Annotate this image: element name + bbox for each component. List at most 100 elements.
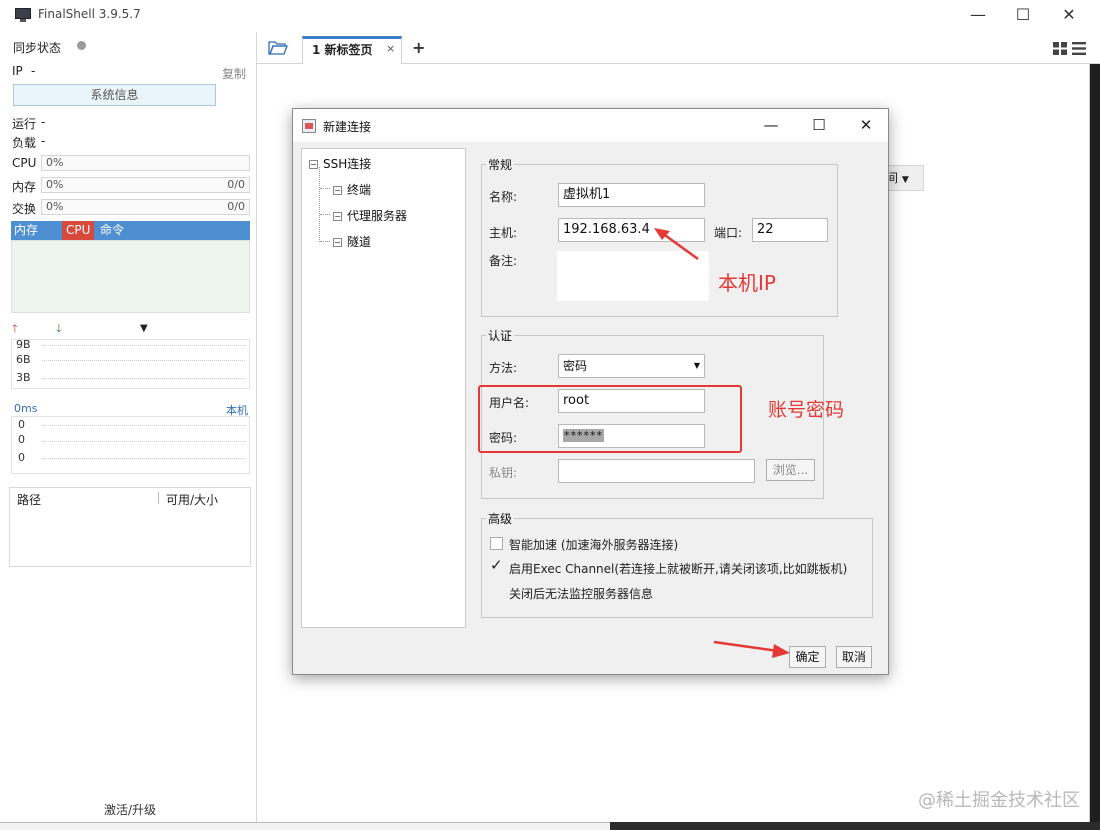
exec-channel-label: 启用Exec Channel(若连接上就被断开,请关闭该项,比如跳板机) [509, 562, 848, 576]
dialog-minimize-button[interactable]: — [751, 113, 791, 139]
network-interface-dropdown-icon[interactable]: ▼ [140, 323, 148, 334]
dialog-maximize-button[interactable]: ☐ [799, 113, 839, 139]
exec-channel-note: 关闭后无法监控服务器信息 [509, 587, 654, 601]
cpu-usage-bar: 0% [41, 155, 250, 171]
cpu-usage-value: 0% [46, 156, 64, 169]
connection-type-tree: − SSH连接 − 终端 − 代理服务器 − 隧道 [301, 148, 466, 628]
name-label: 名称: [489, 190, 518, 204]
credentials-highlight-box [478, 385, 742, 453]
private-key-input[interactable] [558, 459, 755, 483]
system-info-button[interactable]: 系统信息 [13, 84, 216, 106]
general-group-legend: 常规 [486, 156, 515, 173]
running-value: - [41, 115, 46, 129]
tree-item-label: SSH连接 [323, 157, 372, 171]
chevron-down-icon: ▼ [901, 175, 909, 185]
smart-accel-label: 智能加速 (加速海外服务器连接) [509, 538, 679, 552]
window-title: FinalShell 3.9.5.7 [38, 7, 141, 21]
host-arrow-annotation [654, 228, 699, 261]
collapse-icon[interactable]: − [333, 186, 342, 195]
net-tick: 6B [16, 353, 31, 366]
ping-tick: 0 [18, 418, 25, 431]
exec-channel-checkbox[interactable] [490, 556, 503, 574]
ping-latency-label: 0ms [14, 402, 38, 415]
upload-arrow-icon: 🡑 [12, 322, 18, 335]
watermark: @稀土掘金技术社区 [918, 790, 1080, 811]
window-maximize-button[interactable]: ☐ [1000, 0, 1046, 32]
net-tick: 3B [16, 371, 31, 384]
ip-label: IP [12, 64, 23, 78]
smart-accel-checkbox[interactable] [490, 537, 503, 550]
host-label: 主机: [489, 226, 518, 240]
collapse-icon[interactable]: − [309, 160, 318, 169]
list-view-icon[interactable] [1072, 42, 1086, 55]
background-window-edge [1090, 64, 1100, 830]
process-table-header: 内存 CPU 命令 [11, 221, 250, 240]
finalshell-app-icon [15, 8, 31, 23]
port-label: 端口: [714, 226, 743, 240]
cpu-label: CPU [12, 156, 37, 170]
private-key-label: 私钥: [489, 466, 518, 480]
note-label: 备注: [489, 254, 518, 268]
running-label: 运行 [12, 117, 37, 131]
load-label: 负载 [12, 136, 37, 150]
method-label: 方法: [489, 361, 518, 375]
tab-label: 1 新标签页 [312, 43, 373, 57]
collapse-icon[interactable]: − [333, 212, 342, 221]
process-list[interactable] [11, 240, 250, 313]
swap-usage-value: 0% [46, 200, 64, 213]
folder-open-icon[interactable] [268, 40, 288, 55]
memory-label: 内存 [12, 180, 37, 194]
window-close-button[interactable]: ✕ [1046, 0, 1092, 32]
java-app-icon [302, 119, 316, 133]
load-value: - [41, 134, 46, 148]
chevron-down-icon: ▼ [693, 361, 700, 370]
name-input[interactable]: 虚拟机1 [558, 183, 705, 207]
port-input[interactable]: 22 [752, 218, 828, 242]
tree-item-proxy[interactable]: − 代理服务器 [333, 207, 407, 224]
ok-button[interactable]: 确定 [789, 646, 826, 668]
tree-item-label: 终端 [347, 183, 372, 197]
grid-view-icon[interactable] [1053, 42, 1067, 55]
advanced-group-legend: 高级 [486, 510, 515, 527]
browse-key-button[interactable]: 浏览... [766, 459, 815, 481]
window-titlebar: FinalShell 3.9.5.7 — ☐ ✕ [0, 0, 1100, 32]
disk-usage-table[interactable]: 路径 可用/大小 [9, 487, 251, 567]
ping-tick: 0 [18, 451, 25, 464]
process-col-memory[interactable]: 内存 [14, 221, 38, 240]
download-arrow-icon: 🡓 [56, 322, 62, 335]
tree-item-tunnel[interactable]: − 隧道 [333, 233, 371, 250]
add-tab-button[interactable]: + [412, 38, 425, 57]
tree-item-label: 代理服务器 [347, 209, 408, 223]
network-traffic-graph: 9B 6B 3B [11, 338, 250, 389]
copy-ip-link[interactable]: 复制 [222, 65, 246, 82]
activate-upgrade-link[interactable]: 激活/升级 [104, 801, 156, 818]
dialog-titlebar: 新建连接 — ☐ ✕ [293, 109, 888, 142]
ping-tick: 0 [18, 433, 25, 446]
window-minimize-button[interactable]: — [955, 0, 1001, 32]
ping-latency-graph: 0 0 0 [11, 416, 250, 474]
net-tick: 9B [16, 338, 31, 351]
cancel-button[interactable]: 取消 [836, 646, 872, 668]
local-ip-annotation: 本机IP [718, 271, 776, 295]
tab-close-icon[interactable]: × [386, 42, 395, 55]
dialog-close-button[interactable]: ✕ [846, 113, 886, 139]
ok-arrow-annotation [713, 640, 790, 658]
account-password-annotation: 账号密码 [768, 399, 845, 421]
tree-item-terminal[interactable]: − 终端 [333, 181, 371, 198]
collapse-icon[interactable]: − [333, 238, 342, 247]
disk-col-size[interactable]: 可用/大小 [166, 491, 218, 508]
ip-value: - [31, 64, 36, 78]
sync-status-dot-icon [77, 41, 86, 50]
dialog-title: 新建连接 [323, 120, 372, 134]
swap-usage-total: 0/0 [227, 200, 245, 213]
auth-group-legend: 认证 [486, 327, 515, 344]
swap-usage-bar: 0% 0/0 [41, 199, 250, 215]
sync-status-label: 同步状态 [13, 41, 62, 55]
auth-method-value: 密码 [563, 359, 588, 373]
memory-usage-bar: 0% 0/0 [41, 177, 250, 193]
tree-item-label: 隧道 [347, 235, 372, 249]
auth-method-select[interactable]: 密码 ▼ [558, 354, 705, 378]
process-col-command[interactable]: 命令 [100, 221, 124, 240]
process-col-cpu[interactable]: CPU [62, 221, 95, 240]
disk-col-path[interactable]: 路径 [17, 491, 41, 508]
